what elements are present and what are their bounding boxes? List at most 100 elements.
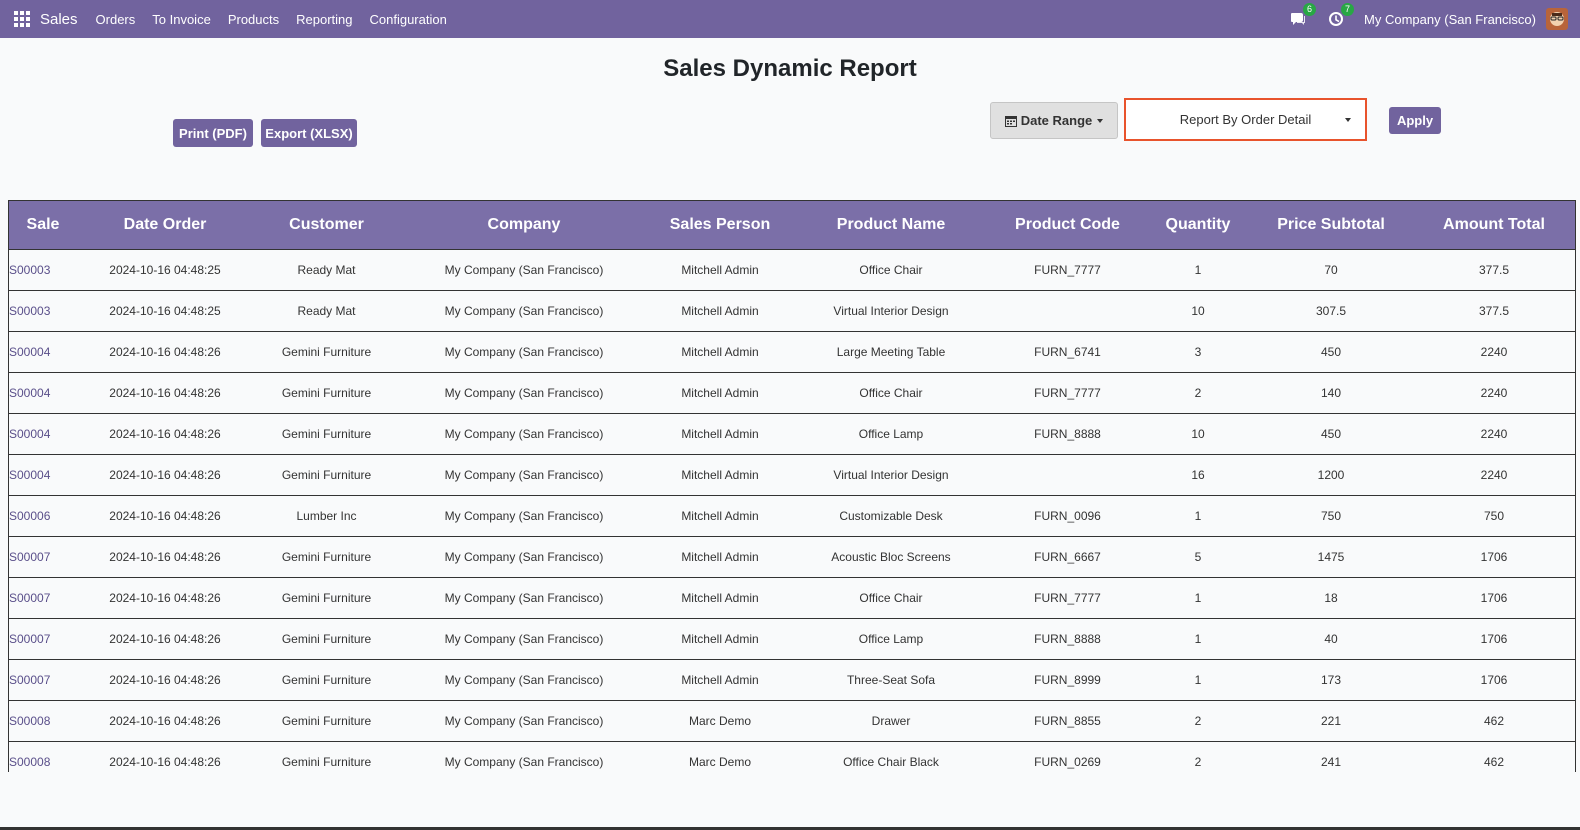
- column-header-amount-total[interactable]: Amount Total: [1411, 201, 1575, 250]
- cell-customer: Gemini Furniture: [253, 413, 400, 455]
- cell-sales-person: Marc Demo: [648, 741, 792, 772]
- cell-quantity: 1: [1145, 659, 1251, 701]
- menu-configuration[interactable]: Configuration: [370, 12, 447, 27]
- cell-product-name: Large Meeting Table: [792, 331, 990, 373]
- table-row[interactable]: S00003 2024-10-16 04:48:25 Ready Mat My Com…: [9, 249, 1575, 291]
- cell-product-code: [990, 290, 1145, 332]
- company-switcher[interactable]: My Company (San Francisco): [1364, 12, 1536, 27]
- column-header-product-name[interactable]: Product Name: [792, 201, 990, 250]
- systray: 6 7 My Company (San Francisco): [1288, 3, 1580, 30]
- table-header-row: Sale Date Order Customer Company Sales Perso…: [9, 201, 1575, 250]
- cell-quantity: 3: [1145, 331, 1251, 373]
- cell-date-order: 2024-10-16 04:48:26: [77, 618, 253, 660]
- table-row[interactable]: S00004 2024-10-16 04:48:26 Gemini Furnitur…: [9, 413, 1575, 455]
- cell-sale[interactable]: S00004: [9, 413, 77, 455]
- table-row[interactable]: S00007 2024-10-16 04:48:26 Gemini Furnitur…: [9, 618, 1575, 660]
- cell-company: My Company (San Francisco): [400, 659, 648, 701]
- menu-orders[interactable]: Orders: [96, 12, 136, 27]
- export-xlsx-button[interactable]: Export (XLSX): [261, 119, 357, 147]
- column-header-sale[interactable]: Sale: [9, 201, 77, 250]
- cell-product-code: FURN_6667: [990, 536, 1145, 578]
- cell-customer: Gemini Furniture: [253, 577, 400, 619]
- cell-product-name: Three-Seat Sofa: [792, 659, 990, 701]
- cell-sales-person: Mitchell Admin: [648, 290, 792, 332]
- cell-sales-person: Mitchell Admin: [648, 659, 792, 701]
- cell-customer: Gemini Furniture: [253, 741, 400, 772]
- cell-sale[interactable]: S00003: [9, 290, 77, 332]
- apply-button[interactable]: Apply: [1389, 107, 1441, 134]
- date-range-dropdown[interactable]: Date Range: [990, 102, 1118, 139]
- cell-company: My Company (San Francisco): [400, 372, 648, 414]
- cell-product-code: FURN_8999: [990, 659, 1145, 701]
- column-header-price-subtotal[interactable]: Price Subtotal: [1251, 201, 1411, 250]
- cell-sales-person: Mitchell Admin: [648, 454, 792, 496]
- print-pdf-button[interactable]: Print (PDF): [173, 119, 253, 147]
- cell-sales-person: Mitchell Admin: [648, 577, 792, 619]
- column-header-date-order[interactable]: Date Order: [77, 201, 253, 250]
- cell-amount-total: 377.5: [1411, 290, 1575, 332]
- cell-quantity: 2: [1145, 372, 1251, 414]
- cell-product-name: Office Lamp: [792, 618, 990, 660]
- column-header-company[interactable]: Company: [400, 201, 648, 250]
- cell-product-name: Office Lamp: [792, 413, 990, 455]
- cell-quantity: 16: [1145, 454, 1251, 496]
- report-type-select[interactable]: Report By Order Detail: [1124, 98, 1367, 141]
- cell-sale[interactable]: S00007: [9, 618, 77, 660]
- column-header-customer[interactable]: Customer: [253, 201, 400, 250]
- column-header-product-code[interactable]: Product Code: [990, 201, 1145, 250]
- cell-sale[interactable]: S00004: [9, 454, 77, 496]
- cell-sales-person: Mitchell Admin: [648, 495, 792, 537]
- cell-price-subtotal: 1475: [1251, 536, 1411, 578]
- avatar[interactable]: [1546, 8, 1568, 30]
- table-row[interactable]: S00004 2024-10-16 04:48:26 Gemini Furnitur…: [9, 372, 1575, 414]
- table-row[interactable]: S00008 2024-10-16 04:48:26 Gemini Furnitur…: [9, 700, 1575, 742]
- app-brand[interactable]: Sales: [40, 11, 78, 28]
- cell-customer: Gemini Furniture: [253, 454, 400, 496]
- cell-company: My Company (San Francisco): [400, 454, 648, 496]
- table-row[interactable]: S00007 2024-10-16 04:48:26 Gemini Furnitur…: [9, 536, 1575, 578]
- cell-date-order: 2024-10-16 04:48:25: [77, 290, 253, 332]
- cell-product-name: Customizable Desk: [792, 495, 990, 537]
- cell-sales-person: Mitchell Admin: [648, 331, 792, 373]
- cell-sale[interactable]: S00008: [9, 700, 77, 742]
- cell-sale[interactable]: S00008: [9, 741, 77, 772]
- menu-to-invoice[interactable]: To Invoice: [152, 12, 211, 27]
- cell-quantity: 5: [1145, 536, 1251, 578]
- cell-quantity: 10: [1145, 413, 1251, 455]
- cell-quantity: 1: [1145, 577, 1251, 619]
- cell-date-order: 2024-10-16 04:48:26: [77, 495, 253, 537]
- table-row[interactable]: S00004 2024-10-16 04:48:26 Gemini Furnitur…: [9, 331, 1575, 373]
- menu-products[interactable]: Products: [228, 12, 279, 27]
- cell-sale[interactable]: S00003: [9, 249, 77, 291]
- cell-sales-person: Mitchell Admin: [648, 536, 792, 578]
- cell-sale[interactable]: S00006: [9, 495, 77, 537]
- cell-quantity: 1: [1145, 495, 1251, 537]
- table-row[interactable]: S00003 2024-10-16 04:48:25 Ready Mat My Com…: [9, 290, 1575, 332]
- table-row[interactable]: S00007 2024-10-16 04:48:26 Gemini Furnitur…: [9, 659, 1575, 701]
- table-body: S00003 2024-10-16 04:48:25 Ready Mat My Com…: [9, 249, 1575, 772]
- messages-button[interactable]: 6: [1288, 3, 1317, 29]
- column-header-sales-person[interactable]: Sales Person: [648, 201, 792, 250]
- cell-date-order: 2024-10-16 04:48:26: [77, 700, 253, 742]
- cell-sale[interactable]: S00007: [9, 536, 77, 578]
- table-row[interactable]: S00007 2024-10-16 04:48:26 Gemini Furnitur…: [9, 577, 1575, 619]
- column-header-quantity[interactable]: Quantity: [1145, 201, 1251, 250]
- table-row[interactable]: S00008 2024-10-16 04:48:26 Gemini Furnitur…: [9, 741, 1575, 772]
- activities-button[interactable]: 7: [1326, 3, 1355, 29]
- cell-sale[interactable]: S00004: [9, 331, 77, 373]
- table-row[interactable]: S00006 2024-10-16 04:48:26 Lumber Inc My Co…: [9, 495, 1575, 537]
- report-table-container: Sale Date Order Customer Company Sales Perso…: [8, 200, 1576, 772]
- cell-sale[interactable]: S00007: [9, 659, 77, 701]
- cell-quantity: 2: [1145, 741, 1251, 772]
- cell-amount-total: 462: [1411, 741, 1575, 772]
- cell-sale[interactable]: S00007: [9, 577, 77, 619]
- cell-customer: Ready Mat: [253, 290, 400, 332]
- cell-sales-person: Mitchell Admin: [648, 413, 792, 455]
- menu-reporting[interactable]: Reporting: [296, 12, 352, 27]
- cell-sale[interactable]: S00004: [9, 372, 77, 414]
- apps-grid-icon[interactable]: [14, 11, 30, 27]
- cell-amount-total: 1706: [1411, 577, 1575, 619]
- cell-company: My Company (San Francisco): [400, 331, 648, 373]
- cell-product-code: FURN_0096: [990, 495, 1145, 537]
- table-row[interactable]: S00004 2024-10-16 04:48:26 Gemini Furnitur…: [9, 454, 1575, 496]
